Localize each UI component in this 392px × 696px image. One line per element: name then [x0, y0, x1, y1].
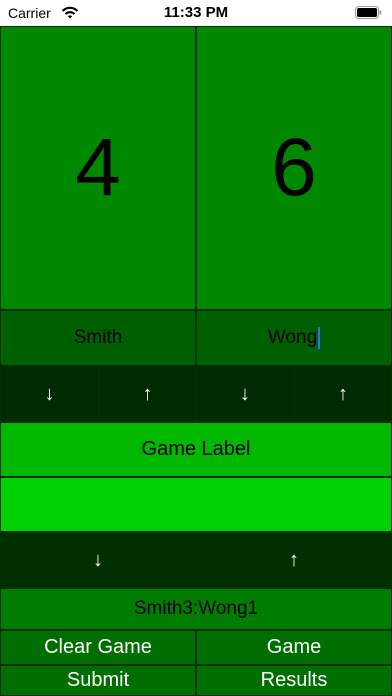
- left-score-down-button[interactable]: ↓: [0, 366, 99, 422]
- clear-game-label: Clear Game: [44, 636, 152, 658]
- right-player-name: Wong: [267, 327, 318, 348]
- left-player-name-field[interactable]: Smith: [0, 310, 196, 366]
- game-button[interactable]: Game: [196, 630, 392, 665]
- game-result-text: Smith3:Wong1: [133, 598, 259, 619]
- game-label-bar: Game Label: [0, 422, 392, 477]
- left-player-name: Smith: [73, 327, 123, 348]
- game-button-label: Game: [266, 636, 322, 658]
- battery-icon: [355, 6, 382, 19]
- right-score-up-button[interactable]: ↑: [294, 366, 392, 422]
- right-score-down-button[interactable]: ↓: [196, 366, 294, 422]
- game-up-button[interactable]: ↑: [196, 532, 392, 588]
- submit-button[interactable]: Submit: [0, 665, 196, 696]
- results-label: Results: [260, 669, 328, 691]
- game-label-text: Game Label: [141, 438, 251, 460]
- up-arrow-icon: ↑: [289, 548, 299, 571]
- left-score-up-button[interactable]: ↑: [99, 366, 196, 422]
- clear-game-button[interactable]: Clear Game: [0, 630, 196, 665]
- game-down-button[interactable]: ↓: [0, 532, 196, 588]
- text-cursor: [318, 327, 321, 349]
- left-score-value: 4: [75, 122, 121, 213]
- down-arrow-icon: ↓: [44, 382, 55, 405]
- down-arrow-icon: ↓: [240, 382, 250, 405]
- status-bar: Carrier 11:33 PM: [0, 0, 392, 26]
- right-score-display: 6: [196, 26, 392, 310]
- status-time: 11:33 PM: [163, 4, 229, 21]
- game-name-input[interactable]: [0, 477, 392, 532]
- left-score-display: 4: [0, 26, 196, 310]
- game-result-display: Smith3:Wong1: [0, 588, 392, 630]
- up-arrow-icon: ↑: [338, 382, 348, 405]
- up-arrow-icon: ↑: [142, 382, 153, 405]
- right-score-value: 6: [271, 122, 317, 213]
- right-player-name-field[interactable]: Wong: [196, 310, 392, 366]
- down-arrow-icon: ↓: [93, 548, 103, 571]
- results-button[interactable]: Results: [196, 665, 392, 696]
- submit-label: Submit: [66, 669, 130, 691]
